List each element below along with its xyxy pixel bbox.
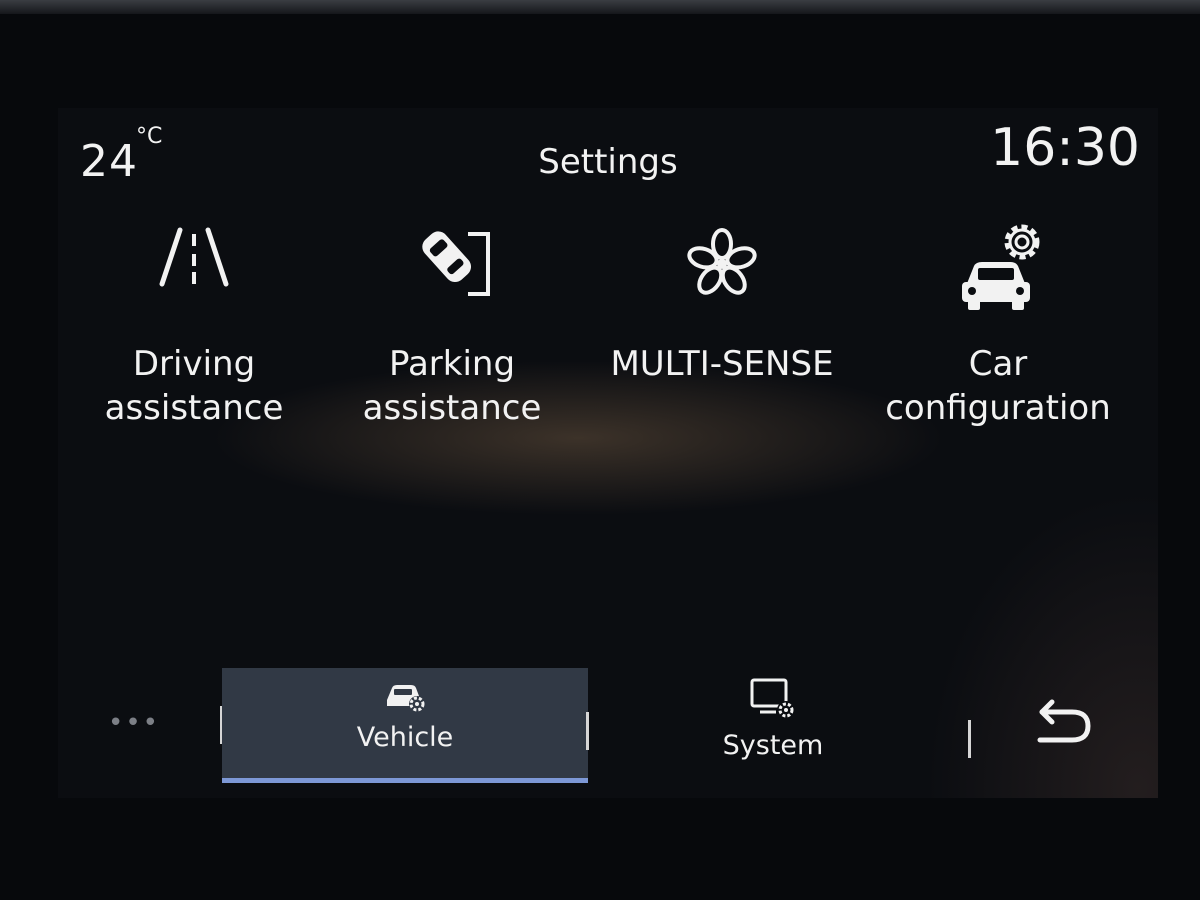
divider <box>968 720 971 758</box>
tab-label: System <box>722 730 824 761</box>
driving-assistance-tile[interactable]: Driving assistance <box>64 216 324 446</box>
back-arrow-icon <box>1037 699 1091 743</box>
tile-label: Driving assistance <box>104 344 284 428</box>
multi-sense-tile[interactable]: MULTI-SENSE <box>592 216 852 446</box>
back-button[interactable] <box>1028 696 1098 752</box>
flower-icon <box>592 216 852 316</box>
infotainment-screen: 24 °C Settings 16:30 Driving assistance <box>58 108 1158 798</box>
tab-system[interactable]: System <box>588 668 958 778</box>
bezel-top <box>0 0 1200 14</box>
tile-label: Parking assistance <box>362 344 542 428</box>
screen-gear-icon <box>588 678 958 722</box>
tile-label: MULTI-SENSE <box>610 344 834 384</box>
car-configuration-tile[interactable]: Car configuration <box>868 216 1128 446</box>
parking-assistance-tile[interactable]: Parking assistance <box>322 216 582 446</box>
bottom-nav: ••• Vehicle System <box>58 668 1158 788</box>
tab-label: Vehicle <box>356 722 454 753</box>
clock: 16:30 <box>990 118 1140 178</box>
car-gear-icon <box>868 216 1128 316</box>
parking-car-icon <box>322 216 582 316</box>
status-bar: 24 °C Settings 16:30 <box>58 108 1158 208</box>
lane-icon <box>64 216 324 316</box>
tab-vehicle[interactable]: Vehicle <box>222 668 588 783</box>
car-gear-icon <box>222 676 588 720</box>
tile-label: Car configuration <box>885 344 1111 428</box>
more-icon[interactable]: ••• <box>108 708 160 738</box>
